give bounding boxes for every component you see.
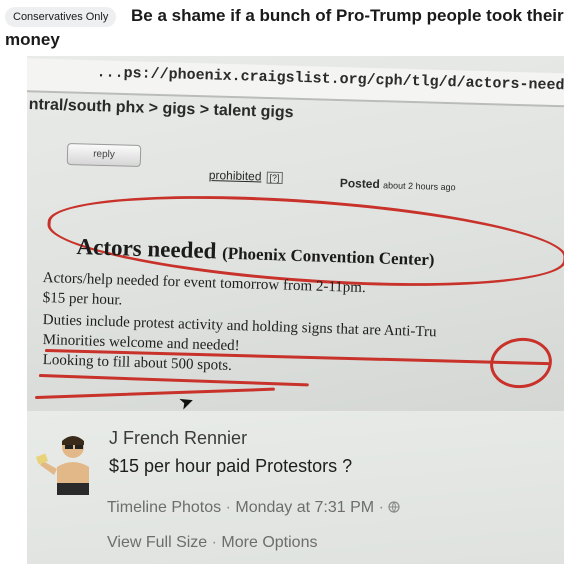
help-badge: [?] <box>266 171 283 185</box>
globe-icon <box>388 499 400 516</box>
author-name: J French Rennier <box>109 428 248 448</box>
underline-mark <box>35 387 275 399</box>
ad-title-location: (Phoenix Convention Center) <box>221 243 435 270</box>
timeline-photos-link: Timeline Photos <box>107 499 222 516</box>
photo-actions: View Full Size · More Options <box>107 534 318 551</box>
craigslist-screenshot: ...ps://phoenix.craigslist.org/cph/tlg/d… <box>27 56 564 411</box>
ad-body-line: $15 per hour. <box>42 290 123 309</box>
ad-title-main: Actors needed <box>76 234 217 264</box>
anti-highlight-circle <box>486 333 556 393</box>
post-time: Monday at 7:31 PM <box>235 499 375 516</box>
facebook-post: J French Rennier $15 per hour paid Prote… <box>27 411 564 564</box>
prohibited-label: prohibited <box>208 168 262 184</box>
posted-time: about 2 hours ago <box>382 180 456 193</box>
post-image[interactable]: ...ps://phoenix.craigslist.org/cph/tlg/d… <box>27 56 564 564</box>
prohibited-link: prohibited [?] <box>208 168 283 185</box>
status-text: $15 per hour paid Protestors ? <box>109 456 353 476</box>
address-bar-url: ...ps://phoenix.craigslist.org/cph/tlg/d… <box>96 64 564 96</box>
posted-info: Posted about 2 hours ago <box>340 176 456 193</box>
view-full-size-link: View Full Size <box>107 534 208 551</box>
reply-button: reply <box>66 142 142 168</box>
underline-mark <box>38 374 309 387</box>
post-meta: Timeline Photos · Monday at 7:31 PM · <box>107 499 400 517</box>
more-options-link: More Options <box>221 534 318 551</box>
breadcrumb: ntral/south phx > gigs > talent gigs <box>28 96 294 122</box>
avatar <box>35 429 101 495</box>
post-title[interactable]: Be a shame if a bunch of Pro-Trump peopl… <box>5 4 581 52</box>
posted-label: Posted <box>339 176 381 192</box>
